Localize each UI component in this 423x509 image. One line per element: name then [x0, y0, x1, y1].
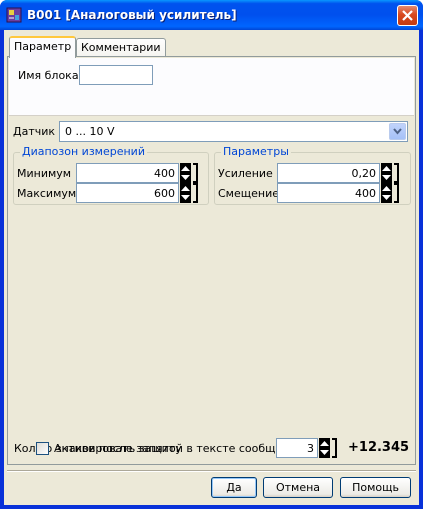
- decimals-preview: +12.345: [348, 440, 410, 455]
- offset-input[interactable]: [277, 183, 380, 203]
- sensor-value: 0 ... 10 V: [65, 125, 115, 138]
- min-input[interactable]: [76, 163, 179, 183]
- footer-separator: [7, 470, 416, 472]
- max-slider-handle[interactable]: [193, 183, 198, 203]
- spin-down-arrow-icon[interactable]: [180, 173, 191, 183]
- spin-down-arrow-icon[interactable]: [381, 173, 392, 183]
- sensor-select[interactable]: 0 ... 10 V: [59, 121, 408, 142]
- block-name-label: Имя блока: [18, 69, 79, 82]
- offset-slider-handle[interactable]: [394, 183, 399, 203]
- dialog-client: Параметр Комментарии Имя блока Датчик 0 …: [4, 30, 419, 505]
- spin-up-arrow-icon[interactable]: [381, 183, 392, 193]
- range-group: Диапозон измерений Минимум Максимум: [13, 145, 209, 205]
- close-icon: [402, 10, 413, 21]
- min-slider-handle[interactable]: [193, 163, 198, 183]
- ok-button[interactable]: Да: [211, 477, 257, 498]
- block-app-icon: [6, 7, 22, 23]
- max-input[interactable]: [76, 183, 179, 203]
- sensor-dropdown-button[interactable]: [389, 123, 406, 140]
- protection-label[interactable]: Активировать защиту: [54, 442, 182, 455]
- tab-parameter[interactable]: Параметр: [9, 36, 77, 58]
- offset-spinner[interactable]: [381, 183, 392, 203]
- min-spinner[interactable]: [180, 163, 191, 183]
- chevron-down-icon: [393, 128, 402, 135]
- max-spinner[interactable]: [180, 183, 191, 203]
- spin-up-arrow-icon[interactable]: [319, 438, 330, 448]
- offset-label: Смещение: [218, 187, 279, 200]
- tab-panel-parameter: Имя блока Датчик 0 ... 10 V Диапозон изм…: [7, 56, 416, 465]
- spin-up-arrow-icon[interactable]: [180, 183, 191, 193]
- block-name-input[interactable]: [79, 65, 153, 85]
- decimals-spinner[interactable]: [319, 438, 330, 458]
- params-group-title: Параметры: [221, 145, 291, 158]
- decimals-input[interactable]: [276, 438, 318, 458]
- decimals-slider-handle[interactable]: [332, 438, 337, 458]
- spin-down-arrow-icon[interactable]: [180, 193, 191, 203]
- min-label: Минимум: [17, 167, 72, 180]
- gain-spinner[interactable]: [381, 163, 392, 183]
- title-bar[interactable]: B001 [Аналоговый усилитель]: [0, 0, 423, 30]
- window-title: B001 [Аналоговый усилитель]: [27, 8, 237, 22]
- range-group-title: Диапозон измерений: [20, 145, 147, 158]
- dialog-window: B001 [Аналоговый усилитель] Параметр Ком…: [0, 0, 423, 509]
- tab-comments[interactable]: Комментарии: [76, 38, 166, 58]
- cancel-button[interactable]: Отмена: [263, 477, 333, 498]
- spin-down-arrow-icon[interactable]: [381, 193, 392, 203]
- gain-input[interactable]: [277, 163, 380, 183]
- sensor-label: Датчик: [13, 125, 56, 138]
- gain-slider-handle[interactable]: [394, 163, 399, 183]
- close-button[interactable]: [397, 5, 418, 26]
- help-button[interactable]: Помощь: [340, 477, 411, 498]
- max-label: Максимум: [17, 187, 77, 200]
- params-group: Параметры Усиление Смещение: [214, 145, 411, 205]
- block-name-band: [9, 58, 414, 116]
- gain-label: Усиление: [218, 167, 273, 180]
- spin-up-arrow-icon[interactable]: [180, 163, 191, 173]
- protection-checkbox[interactable]: [36, 442, 49, 455]
- spin-down-arrow-icon[interactable]: [319, 448, 330, 458]
- spin-up-arrow-icon[interactable]: [381, 163, 392, 173]
